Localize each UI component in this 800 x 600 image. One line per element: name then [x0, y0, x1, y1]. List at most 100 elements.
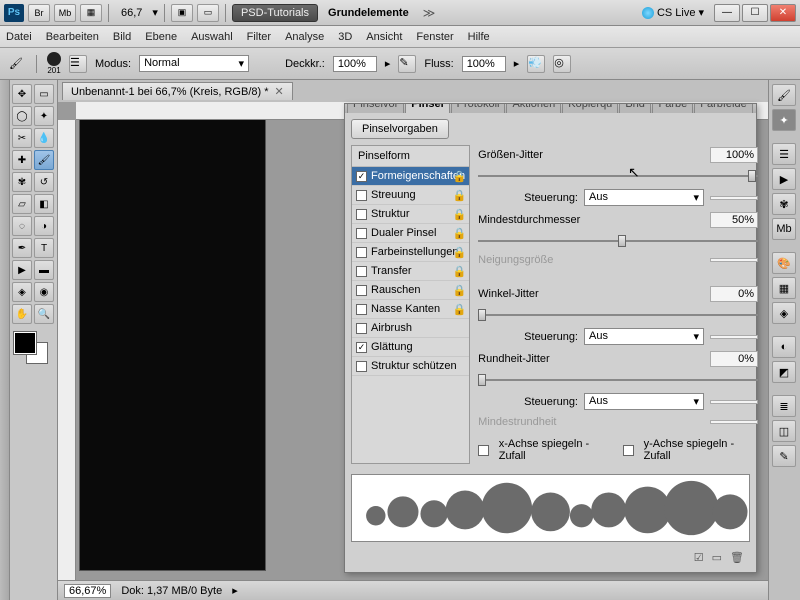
delete-brush-icon[interactable]: 🗑	[730, 551, 744, 564]
marquee-tool[interactable]: ▭	[34, 84, 54, 104]
brush-option-struktur-schützen[interactable]: Struktur schützen	[352, 357, 469, 376]
checkbox-icon[interactable]	[356, 209, 367, 220]
brush-option-streuung[interactable]: Streuung🔒	[352, 186, 469, 205]
dock-adjustments-icon[interactable]: ◐	[772, 336, 796, 358]
dock-styles-icon[interactable]: ◈	[772, 302, 796, 324]
checkbox-icon[interactable]	[356, 304, 367, 315]
left-dock-strip[interactable]	[0, 80, 10, 600]
type-tool[interactable]: T	[34, 238, 54, 258]
eyedropper-tool[interactable]: 💧	[34, 128, 54, 148]
cs-live-button[interactable]: CS Live▾	[642, 6, 704, 19]
stamp-tool[interactable]: ✾	[12, 172, 32, 192]
lock-icon[interactable]: 🔒	[452, 189, 466, 202]
brush-option-formeigenschaften[interactable]: ✓Formeigenschaften🔒	[352, 167, 469, 186]
lock-icon[interactable]: 🔒	[452, 303, 466, 316]
tab-aktionen[interactable]: Aktionen	[506, 104, 561, 113]
close-button[interactable]: ✕	[770, 4, 796, 22]
checkbox-icon[interactable]	[356, 228, 367, 239]
wand-tool[interactable]: ✦	[34, 106, 54, 126]
checkbox-icon[interactable]	[356, 190, 367, 201]
zoom-tool[interactable]: 🔍	[34, 304, 54, 324]
checkbox-icon[interactable]: ✓	[356, 342, 367, 353]
brush-option-struktur[interactable]: Struktur🔒	[352, 205, 469, 224]
shape-tool[interactable]: ▬	[34, 260, 54, 280]
menu-ebene[interactable]: Ebene	[145, 31, 177, 43]
gradient-tool[interactable]: ◧	[34, 194, 54, 214]
status-zoom[interactable]: 66,67%	[64, 584, 111, 598]
dock-minibridge-icon[interactable]: Mb	[772, 218, 796, 240]
tab-farbfelder[interactable]: Farbfelde	[694, 104, 752, 113]
size-jitter-value[interactable]: 100%	[710, 147, 758, 163]
menu-fenster[interactable]: Fenster	[416, 31, 453, 43]
dock-actions-icon[interactable]: ▶	[772, 168, 796, 190]
brush-panel-toggle-icon[interactable]: ☰	[69, 55, 87, 73]
healing-tool[interactable]: ✚	[12, 150, 32, 170]
brush-option-farbeinstellungen[interactable]: Farbeinstellungen🔒	[352, 243, 469, 262]
brush-option-dualer-pinsel[interactable]: Dualer Pinsel🔒	[352, 224, 469, 243]
tab-scroll-icon[interactable]: ◂▸ ≡	[754, 104, 756, 113]
menu-filter[interactable]: Filter	[247, 31, 271, 43]
flip-x-checkbox[interactable]	[478, 445, 489, 456]
checkbox-icon[interactable]	[356, 361, 367, 372]
menu-analyse[interactable]: Analyse	[285, 31, 324, 43]
lock-icon[interactable]: 🔒	[452, 284, 466, 297]
size-control-select[interactable]: Aus▾	[584, 189, 704, 206]
tab-pinsel[interactable]: Pinsel	[405, 104, 449, 113]
brush-presets-button[interactable]: Pinselvorgaben	[351, 119, 449, 139]
crop-tool[interactable]: ✂	[12, 128, 32, 148]
dock-history-icon[interactable]: ☰	[772, 143, 796, 165]
angle-jitter-slider[interactable]	[478, 308, 758, 322]
roundness-jitter-value[interactable]: 0%	[710, 351, 758, 367]
dock-layers-icon[interactable]: ≣	[772, 395, 796, 417]
menu-bearbeiten[interactable]: Bearbeiten	[46, 31, 99, 43]
menu-hilfe[interactable]: Hilfe	[468, 31, 490, 43]
lock-icon[interactable]: 🔒	[452, 208, 466, 221]
tablet-opacity-icon[interactable]: ✎	[398, 55, 416, 73]
history-brush-tool[interactable]: ↺	[34, 172, 54, 192]
eraser-tool[interactable]: ▱	[12, 194, 32, 214]
document-tab[interactable]: Unbenannt-1 bei 66,7% (Kreis, RGB/8) * ✕	[62, 82, 293, 100]
checkbox-icon[interactable]	[356, 323, 367, 334]
tab-minibridge[interactable]: Mini Brid	[619, 104, 651, 113]
min-diameter-value[interactable]: 50%	[710, 212, 758, 228]
roundness-jitter-slider[interactable]	[478, 373, 758, 387]
menu-auswahl[interactable]: Auswahl	[191, 31, 233, 43]
dock-brushpresets-icon[interactable]: ✦	[772, 109, 796, 131]
airbrush-icon[interactable]: 💨	[527, 55, 545, 73]
psd-tutorials-button[interactable]: PSD-Tutorials	[232, 4, 318, 22]
color-swatches[interactable]	[12, 332, 50, 370]
dodge-tool[interactable]: ◑	[34, 216, 54, 236]
min-diameter-slider[interactable]	[478, 234, 758, 248]
move-tool[interactable]: ✥	[12, 84, 32, 104]
tablet-size-icon[interactable]: ◎	[553, 55, 571, 73]
tab-close-icon[interactable]: ✕	[275, 85, 284, 98]
flip-y-checkbox[interactable]	[623, 445, 634, 456]
screen-mode-icon[interactable]: ▭	[197, 4, 219, 22]
blend-mode-select[interactable]: Normal▾	[139, 55, 249, 72]
minibridge-icon[interactable]: Mb	[54, 4, 76, 22]
opacity-input[interactable]: 100%	[333, 56, 377, 72]
brush-option-nasse-kanten[interactable]: Nasse Kanten🔒	[352, 300, 469, 319]
toggle-preview-icon[interactable]: ☑	[694, 551, 704, 564]
menu-3d[interactable]: 3D	[338, 31, 352, 43]
blur-tool[interactable]: ◌	[12, 216, 32, 236]
tab-kopierquelle[interactable]: Kopierqu	[562, 104, 618, 113]
lock-icon[interactable]: 🔒	[452, 265, 466, 278]
lock-icon[interactable]: 🔒	[452, 170, 466, 183]
menu-datei[interactable]: Datei	[6, 31, 32, 43]
flow-input[interactable]: 100%	[462, 56, 506, 72]
angle-jitter-value[interactable]: 0%	[710, 286, 758, 302]
brush-option-glättung[interactable]: ✓Glättung	[352, 338, 469, 357]
dock-channels-icon[interactable]: ◫	[772, 420, 796, 442]
size-jitter-slider[interactable]	[478, 169, 758, 183]
tab-pinselvorgaben[interactable]: Pinselvor	[347, 104, 404, 113]
minimize-button[interactable]: —	[714, 4, 740, 22]
canvas[interactable]	[80, 120, 265, 570]
view-extras-icon[interactable]: ▦	[80, 4, 102, 22]
menu-bild[interactable]: Bild	[113, 31, 131, 43]
brush-option-rauschen[interactable]: Rauschen🔒	[352, 281, 469, 300]
tab-protokoll[interactable]: Protokoll	[451, 104, 506, 113]
lock-icon[interactable]: 🔒	[452, 227, 466, 240]
menu-ansicht[interactable]: Ansicht	[366, 31, 402, 43]
dock-masks-icon[interactable]: ◩	[772, 361, 796, 383]
